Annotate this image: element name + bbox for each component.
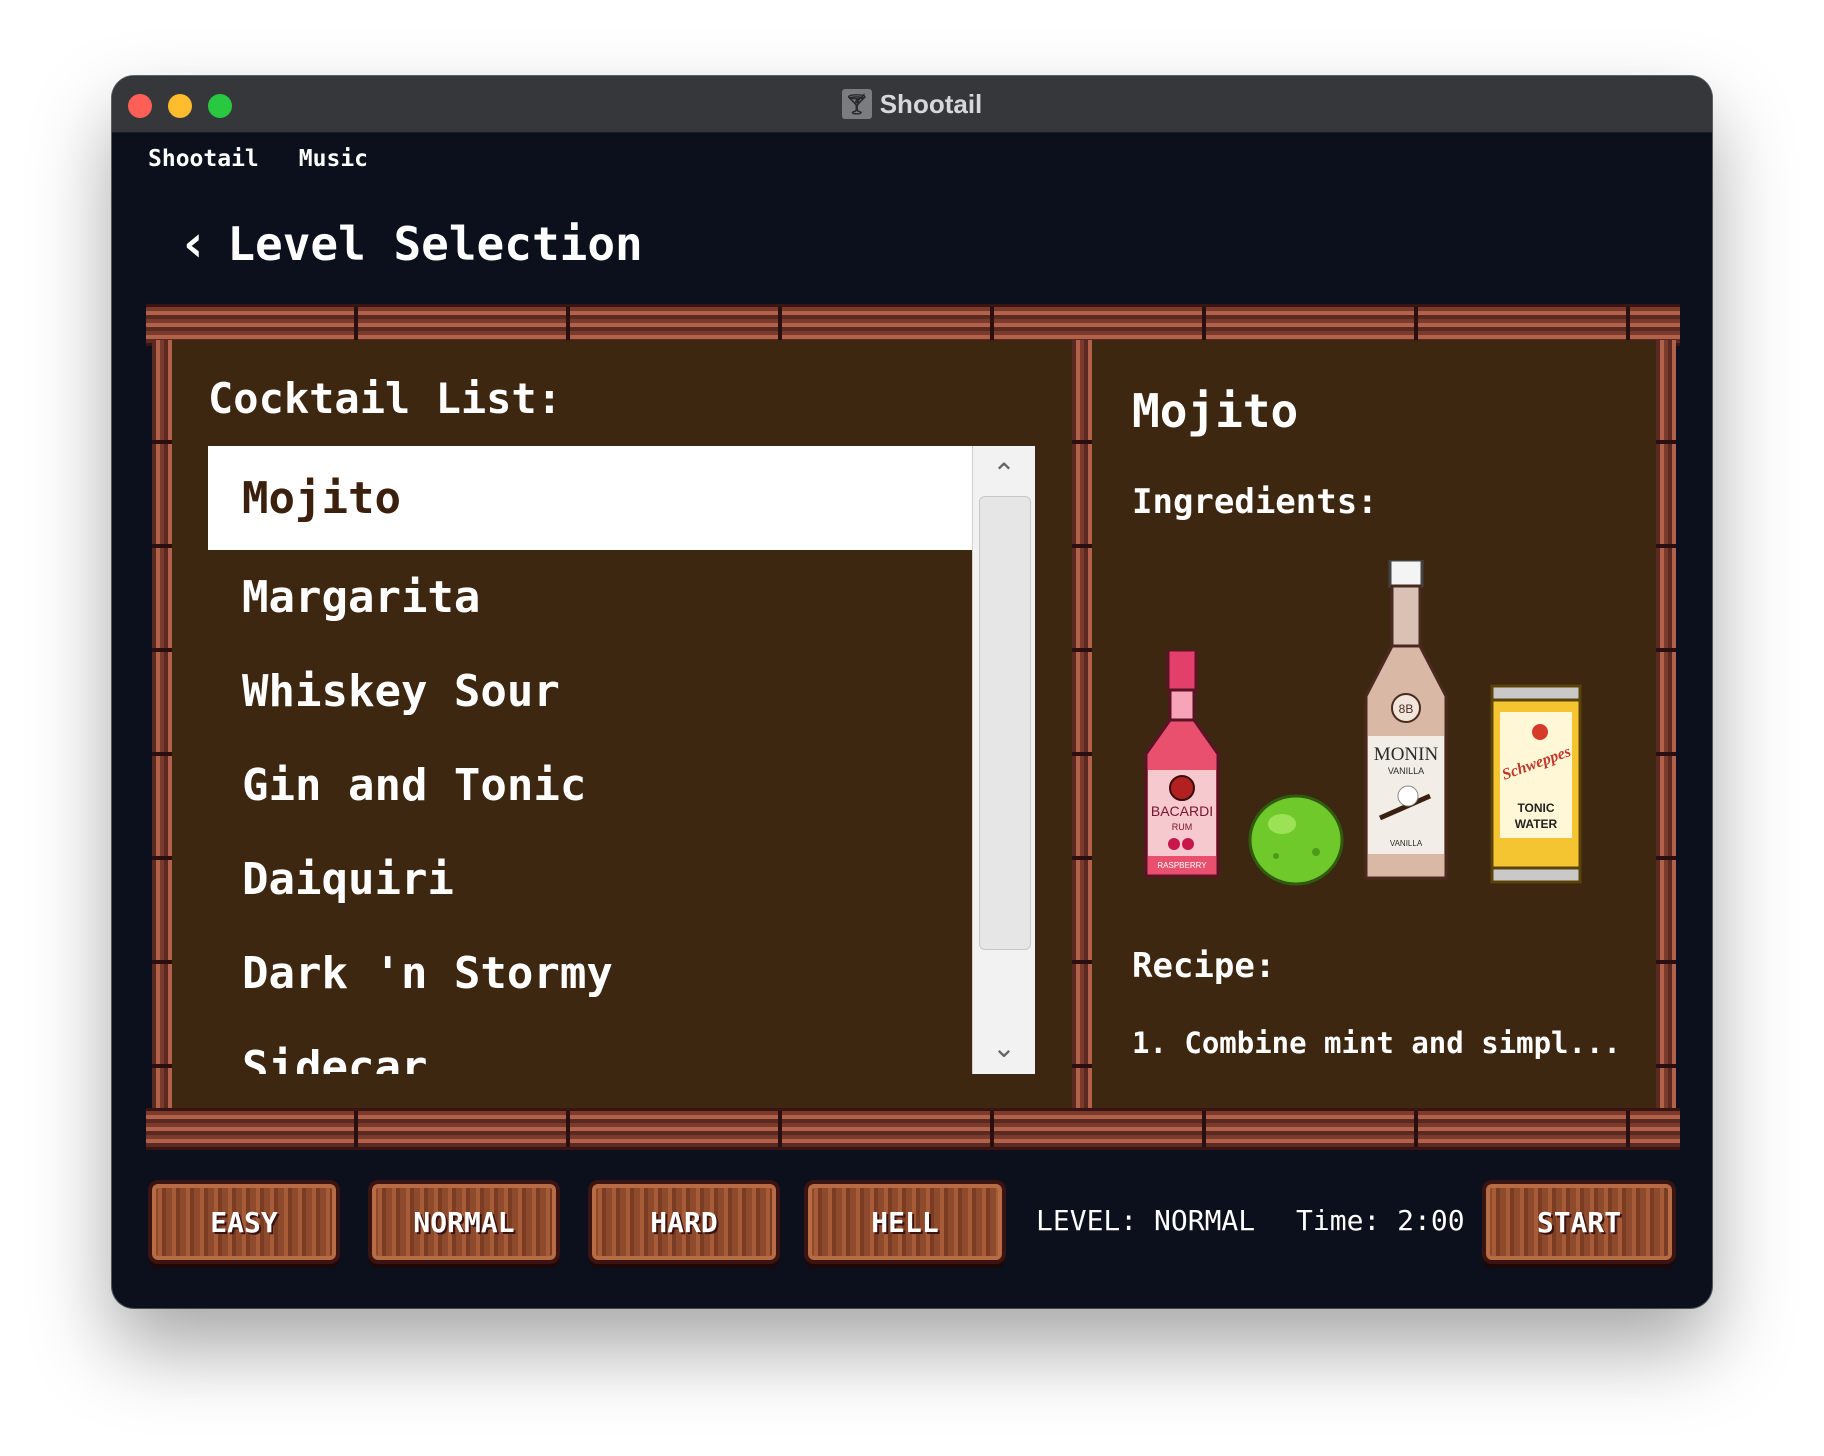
cocktail-list[interactable]: Mojito Margarita Whiskey Sour Gin and To… [208, 446, 972, 1074]
monin-label-top: MONIN [1374, 744, 1439, 765]
cocktail-title: Mojito [1132, 384, 1299, 438]
recipe-label: Recipe: [1132, 946, 1276, 986]
recipe-text: 1. Combine mint and simpl... [1132, 1026, 1621, 1060]
app-window: 🍸︎ Shootail Shootail Music ‹ Level Selec… [112, 76, 1712, 1308]
schweppes-label-bottom: WATER [1515, 817, 1558, 831]
hard-button[interactable]: HARD [588, 1180, 780, 1264]
bacardi-label-mid: RUM [1172, 822, 1193, 832]
list-item[interactable]: Gin and Tonic [208, 738, 972, 832]
list-item[interactable]: Sidecar [208, 1020, 972, 1075]
time-status: Time: 2:00 [1296, 1204, 1465, 1237]
wood-frame-left [152, 340, 172, 1108]
list-item[interactable]: Dark 'n Stormy [208, 926, 972, 1020]
cocktail-list-panel: Cocktail List: Mojito Margarita Whiskey … [172, 340, 1072, 1108]
list-item[interactable]: Whiskey Sour [208, 644, 972, 738]
list-scrollbar[interactable]: ⌃ ⌄ [972, 446, 1035, 1074]
hell-button[interactable]: HELL [804, 1180, 1006, 1264]
bacardi-label-top: BACARDI [1151, 803, 1213, 819]
monin-bottle-icon: 8B MONIN VANILLA VANILLA [1364, 560, 1448, 880]
wood-frame-right [1656, 340, 1676, 1108]
chevron-up-icon[interactable]: ⌃ [973, 450, 1035, 496]
list-item[interactable]: Daiquiri [208, 832, 972, 926]
list-item[interactable]: Margarita [208, 550, 972, 644]
chevron-down-icon[interactable]: ⌄ [973, 1024, 1035, 1070]
normal-button[interactable]: NORMAL [368, 1180, 560, 1264]
scroll-thumb[interactable] [979, 496, 1031, 950]
menu-shootail[interactable]: Shootail [148, 146, 259, 172]
cocktail-list-title: Cocktail List: [208, 374, 563, 423]
monin-label-mid: VANILLA [1388, 766, 1424, 776]
menu-music[interactable]: Music [299, 146, 368, 172]
list-item[interactable]: Mojito [208, 446, 972, 550]
wood-frame-divider [1072, 340, 1092, 1108]
schweppes-label-mid: TONIC [1517, 801, 1554, 815]
wood-frame-bottom [146, 1108, 1680, 1150]
easy-button[interactable]: EASY [148, 1180, 340, 1264]
cocktail-detail-panel: Mojito Ingredients: BACARDI RUM RASPBERR… [1092, 340, 1656, 1108]
cocktail-glass-icon: 🍸︎ [841, 89, 872, 119]
bacardi-bottle-icon: BACARDI RUM RASPBERRY [1144, 650, 1220, 878]
schweppes-can-icon: Schweppes TONIC WATER [1490, 684, 1582, 884]
start-button[interactable]: START [1482, 1180, 1676, 1264]
monin-label-bottom: VANILLA [1390, 839, 1423, 848]
menu-bar: Shootail Music [148, 146, 368, 172]
lime-icon [1248, 794, 1344, 886]
chevron-left-icon[interactable]: ‹ [178, 214, 209, 274]
monin-badge: 8B [1399, 702, 1414, 716]
page-header: ‹ Level Selection [178, 214, 643, 274]
level-status: LEVEL: NORMAL [1036, 1204, 1256, 1237]
bacardi-label-bottom: RASPBERRY [1157, 861, 1207, 870]
title-bar: 🍸︎ Shootail [112, 76, 1712, 133]
ingredients-label: Ingredients: [1132, 482, 1378, 522]
page-title: Level Selection [227, 217, 643, 271]
window-title: Shootail [879, 88, 983, 119]
